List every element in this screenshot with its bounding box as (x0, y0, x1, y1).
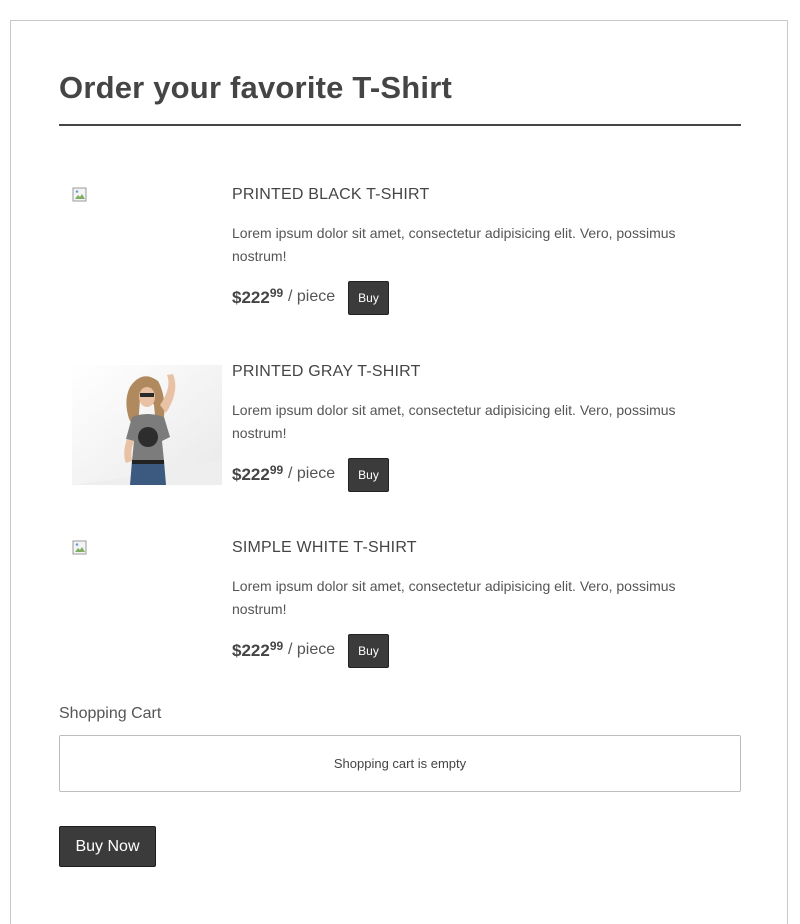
product-price: $22299 (232, 639, 284, 660)
product-photo (72, 365, 222, 485)
buy-button[interactable]: Buy (348, 634, 389, 668)
price-row: $22299 / piece Buy (232, 634, 692, 668)
buy-button[interactable]: Buy (348, 458, 389, 492)
product-name: SIMPLE WHITE T-SHIRT (232, 539, 417, 556)
product-card: PRINTED GRAY T-SHIRT Lorem ipsum dolor s… (59, 357, 741, 497)
product-price: $22299 (232, 463, 284, 484)
price-row: $22299 / piece Buy (232, 281, 692, 315)
buy-button[interactable]: Buy (348, 281, 389, 315)
price-row: $22299 / piece Buy (232, 458, 692, 492)
product-card: SIMPLE WHITE T-SHIRT Lorem ipsum dolor s… (59, 533, 741, 673)
price-cents: 99 (269, 639, 284, 653)
product-description: Lorem ipsum dolor sit amet, consectetur … (232, 225, 676, 264)
price-unit: / piece (288, 288, 336, 305)
shopping-cart-label: Shopping Cart (59, 705, 162, 722)
page-title: Order your favorite T-Shirt (59, 70, 452, 105)
price-unit: / piece (288, 465, 336, 482)
buy-now-button[interactable]: Buy Now (59, 826, 156, 867)
product-name: PRINTED GRAY T-SHIRT (232, 363, 421, 380)
product-name: PRINTED BLACK T-SHIRT (232, 186, 430, 203)
product-description: Lorem ipsum dolor sit amet, consectetur … (232, 578, 676, 617)
price-cents: 99 (269, 463, 284, 477)
product-description: Lorem ipsum dolor sit amet, consectetur … (232, 402, 676, 441)
cart-empty-message: Shopping cart is empty (333, 756, 467, 771)
shopping-cart-box: Shopping cart is empty (59, 735, 741, 792)
price-unit: / piece (288, 641, 336, 658)
price-cents: 99 (269, 286, 284, 300)
broken-image-icon (72, 187, 87, 202)
product-price: $22299 (232, 286, 284, 307)
product-card: PRINTED BLACK T-SHIRT Lorem ipsum dolor … (59, 180, 741, 320)
title-divider (59, 124, 741, 126)
broken-image-icon (72, 540, 87, 555)
